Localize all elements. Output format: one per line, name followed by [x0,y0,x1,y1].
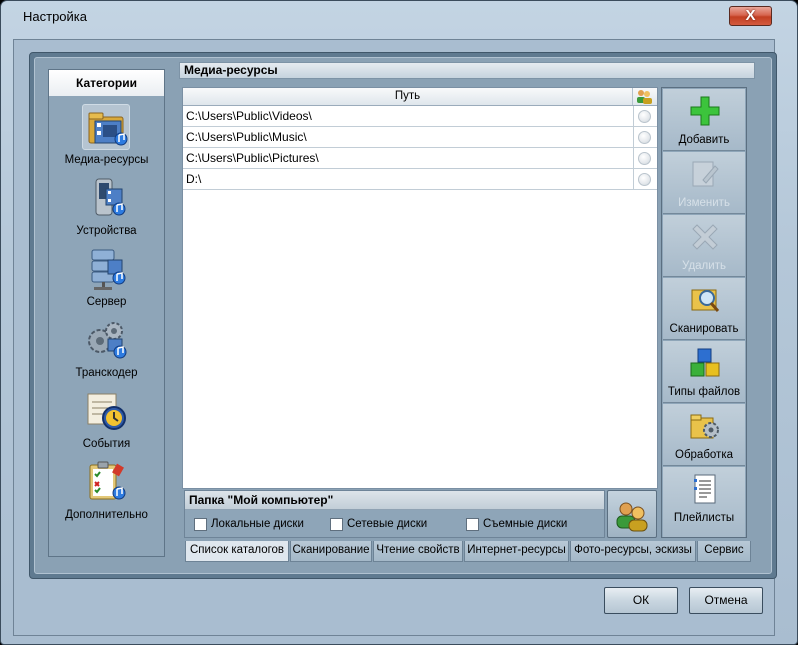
button-label: Сканировать [669,323,739,335]
folder-list[interactable]: Путь C:\Users\Public\Videos\ C:\Users\Pu… [182,87,658,489]
file-types-button[interactable]: Типы файлов [663,341,745,403]
folder-path: D:\ [186,172,202,186]
folder-list-header: Путь [183,88,657,106]
add-button[interactable]: Добавить [663,89,745,151]
button-label: Добавить [678,134,730,146]
category-devices[interactable]: Устройства [49,175,164,243]
devices-icon [82,175,130,221]
tab-photo-resources[interactable]: Фото-ресурсы, эскизы [570,541,696,562]
button-label: Обработка [675,449,733,461]
title-bar[interactable]: Настройка X [1,1,797,31]
playlist-icon [689,473,721,505]
category-label: Дополнительно [65,509,148,521]
column-separator [633,169,634,190]
category-server[interactable]: Сервер [49,246,164,314]
cancel-button[interactable]: Отмена [689,587,763,614]
tab-read-properties[interactable]: Чтение свойств [373,541,463,562]
network-disks-checkbox[interactable]: Сетевые диски [330,517,440,533]
checkbox-label: Съемные диски [483,518,568,530]
tab-service[interactable]: Сервис [697,541,751,562]
column-separator [633,106,634,127]
share-radio[interactable] [638,173,651,186]
close-button[interactable]: X [729,6,772,26]
folder-row[interactable]: C:\Users\Public\Videos\ [183,106,657,127]
category-label: Транскодер [75,367,138,379]
folder-path: C:\Users\Public\Pictures\ [186,151,319,165]
edit-button[interactable]: Изменить [663,152,745,214]
folder-path: C:\Users\Public\Music\ [186,130,307,144]
folder-row[interactable]: C:\Users\Public\Music\ [183,127,657,148]
processing-button[interactable]: Обработка [663,404,745,466]
plus-icon [689,95,721,127]
folder-row[interactable]: D:\ [183,169,657,190]
users-icon [616,502,648,532]
category-events[interactable]: События [49,388,164,456]
checkbox-box[interactable] [194,518,207,531]
category-media-resources[interactable]: Медиа-ресурсы [49,104,164,172]
events-icon [82,388,130,434]
category-label: Медиа-ресурсы [64,154,149,166]
tab-scanning[interactable]: Сканирование [290,541,372,562]
folder-path: C:\Users\Public\Videos\ [186,109,312,123]
tab-internet-resources[interactable]: Интернет-ресурсы [464,541,569,562]
my-computer-title: Папка "Мой компьютер" [185,491,604,510]
categories-header: Категории [49,70,164,96]
users-icon[interactable] [635,89,653,104]
settings-window: Настройка X Категории Медиа-ресурсы Устр… [0,0,798,645]
my-computer-group: Папка "Мой компьютер" Локальные диски Се… [184,490,605,538]
category-label: События [82,438,131,450]
column-separator [633,127,634,148]
button-label: Плейлисты [673,512,735,524]
checkbox-label: Сетевые диски [347,518,428,530]
delete-button[interactable]: Удалить [663,215,745,277]
category-advanced[interactable]: Дополнительно [49,459,164,527]
category-label: Сервер [86,296,127,308]
playlists-button[interactable]: Плейлисты [663,467,745,537]
removable-disks-checkbox[interactable]: Съемные диски [466,517,576,533]
edit-icon [689,158,721,190]
transcoder-icon [82,317,130,363]
column-separator [633,148,634,169]
settings-tabs: Список каталогов Сканирование Чтение сво… [185,541,753,562]
share-users-button[interactable] [607,490,657,538]
categories-sidebar: Категории Медиа-ресурсы Устройства Серве… [48,69,165,557]
button-label: Изменить [678,197,730,209]
server-icon [82,246,130,292]
close-icon: X [745,7,756,24]
button-label: Типы файлов [667,386,741,398]
share-radio[interactable] [638,110,651,123]
scan-magnifier-icon [689,284,721,316]
media-resources-title: Медиа-ресурсы [179,62,755,79]
checkbox-label: Локальные диски [211,518,304,530]
checkbox-box[interactable] [330,518,343,531]
category-label: Устройства [76,225,137,237]
file-types-cubes-icon [689,347,721,379]
processing-gear-icon [689,410,721,442]
ok-button[interactable]: ОК [604,587,678,614]
tab-directory-list[interactable]: Список каталогов [185,541,289,562]
share-radio[interactable] [638,131,651,144]
checkbox-box[interactable] [466,518,479,531]
share-radio[interactable] [638,152,651,165]
window-title: Настройка [23,9,87,24]
folder-row[interactable]: C:\Users\Public\Pictures\ [183,148,657,169]
advanced-icon [82,459,130,505]
action-toolbar: Добавить Изменить Удалить Сканировать Ти… [661,87,747,538]
category-transcoder[interactable]: Транскодер [49,317,164,385]
delete-x-icon [689,221,721,253]
column-header-path[interactable]: Путь [183,88,633,105]
media-resources-icon [82,104,130,150]
local-disks-checkbox[interactable]: Локальные диски [194,517,314,533]
button-label: Удалить [682,260,726,272]
scan-button[interactable]: Сканировать [663,278,745,340]
